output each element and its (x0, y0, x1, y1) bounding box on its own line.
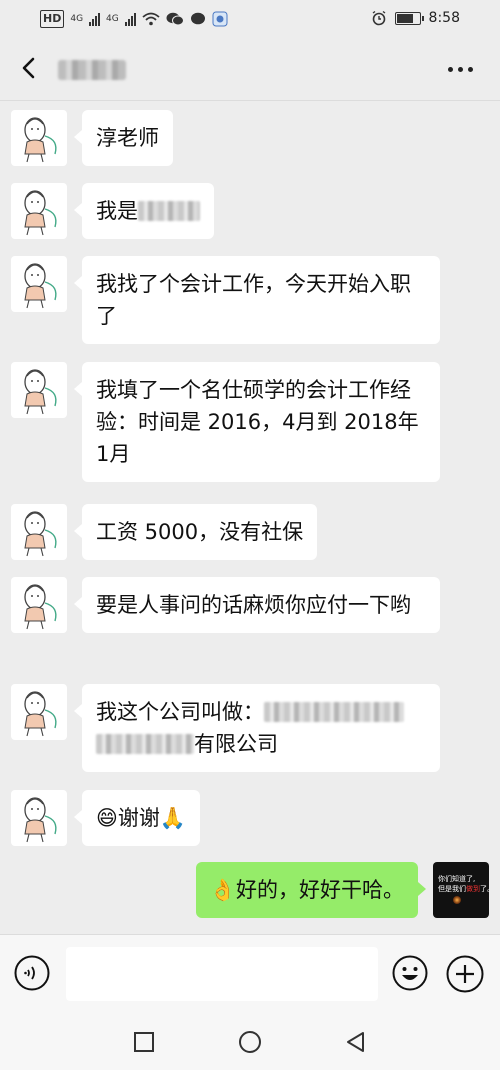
chat-icon (190, 12, 205, 25)
wifi-icon (142, 12, 160, 26)
contact-avatar[interactable] (11, 110, 67, 166)
contact-name-redacted (58, 60, 126, 80)
message-text: 我是 (96, 199, 138, 223)
girl-sketch-icon (24, 117, 57, 163)
more-dots-icon[interactable] (448, 62, 478, 76)
my-avatar-line2: 但是我们做到了。 (438, 884, 489, 894)
signal-icon (89, 12, 101, 26)
redacted-name (138, 201, 200, 221)
message-row: 要是人事问的话麻烦你应付一下哟 (0, 577, 500, 667)
message-bubble[interactable]: 我是 (74, 183, 214, 239)
girl-sketch-icon (24, 369, 57, 415)
message-text-prefix: 我这个公司叫做： (96, 700, 264, 724)
my-avatar-line1: 你们知道了, (438, 875, 476, 883)
message-row: 我找了个会计工作，今天开始入职了 (0, 256, 500, 346)
contact-avatar[interactable] (11, 790, 67, 846)
message-row: 😄谢谢🙏 (0, 790, 500, 850)
hd-indicator: HD (40, 10, 65, 28)
plus-icon[interactable] (446, 955, 484, 993)
circle-icon[interactable] (238, 1030, 262, 1054)
grin-emoji-icon: 😄 (96, 806, 118, 830)
message-bubble[interactable]: 我这个公司叫做： 有限公司 (74, 684, 440, 772)
contact-avatar[interactable] (11, 256, 67, 312)
voice-icon[interactable] (14, 955, 50, 991)
triangle-back-icon[interactable] (344, 1030, 368, 1054)
message-text-suffix: 有限公司 (194, 732, 278, 756)
input-bar (0, 934, 500, 1013)
message-text: 谢谢 (117, 806, 160, 830)
battery-icon (394, 11, 424, 25)
contact-avatar[interactable] (11, 362, 67, 418)
ok-hand-emoji-icon: 👌 (209, 878, 236, 902)
message-row: 工资 5000，没有社保 (0, 504, 500, 564)
message-bubble[interactable]: 要是人事问的话麻烦你应付一下哟 (74, 577, 440, 633)
message-text: 我找了个会计工作，今天开始入职了 (96, 272, 411, 328)
message-bubble[interactable]: 我填了一个名仕硕学的会计工作经验：时间是 2016，4月到 2018年 1月 (74, 362, 440, 482)
message-input[interactable] (66, 947, 378, 1001)
contact-avatar[interactable] (11, 504, 67, 560)
back-arrow-icon[interactable] (14, 52, 46, 84)
app-notification-icon (212, 11, 228, 27)
wechat-icon (166, 12, 184, 26)
square-icon[interactable] (132, 1030, 156, 1054)
message-bubble[interactable]: 工资 5000，没有社保 (73, 504, 318, 560)
girl-sketch-icon (24, 797, 57, 843)
status-left: HD 4G 4G (40, 10, 228, 28)
message-bubble[interactable]: 😄谢谢🙏 (73, 790, 201, 846)
message-row-self: 👌好的，好好干哈。 你们知道了, 但是我们做到了。 (0, 862, 500, 922)
message-row: 我是 (0, 183, 500, 243)
girl-sketch-icon (24, 190, 57, 236)
network-4g-label: 4G (70, 14, 84, 24)
pray-emoji-icon: 🙏 (159, 806, 187, 830)
message-text: 淳老师 (96, 126, 159, 150)
emoji-icon[interactable] (392, 955, 428, 991)
system-navigation-bar (0, 1012, 500, 1070)
message-row: 淳老师 (0, 110, 500, 170)
message-text: 工资 5000，没有社保 (96, 520, 304, 544)
my-message-bubble[interactable]: 👌好的，好好干哈。 (195, 862, 427, 918)
contact-avatar[interactable] (11, 183, 67, 239)
chat-header (0, 38, 500, 101)
message-row: 我这个公司叫做： 有限公司 (0, 684, 500, 774)
redacted-company-name (264, 702, 404, 722)
status-bar: HD 4G 4G 8:58 (0, 0, 500, 38)
my-avatar[interactable]: 你们知道了, 但是我们做到了。 (433, 862, 489, 918)
signal-icon-2 (124, 12, 136, 26)
message-row: 我填了一个名仕硕学的会计工作经验：时间是 2016，4月到 2018年 1月 (0, 362, 500, 486)
girl-sketch-icon (24, 584, 57, 630)
message-bubble[interactable]: 淳老师 (74, 110, 173, 166)
message-text: 要是人事问的话麻烦你应付一下哟 (96, 593, 411, 617)
my-avatar-line2-end: 了。 (480, 885, 489, 893)
my-avatar-highlight: 做到 (466, 885, 480, 893)
message-text: 好的，好好干哈。 (236, 878, 404, 902)
girl-sketch-icon (24, 511, 57, 557)
message-text: 我填了一个名仕硕学的会计工作经验：时间是 2016，4月到 2018年 1月 (96, 378, 419, 466)
my-avatar-glow (453, 896, 461, 904)
alarm-icon (372, 10, 385, 26)
status-right: 8:58 (371, 10, 460, 26)
my-avatar-line2-text: 但是我们 (438, 885, 466, 893)
contact-avatar[interactable] (11, 684, 67, 740)
contact-avatar[interactable] (11, 577, 67, 633)
network-4g-label-2: 4G (106, 14, 119, 24)
girl-sketch-icon (24, 263, 57, 309)
message-bubble[interactable]: 我找了个会计工作，今天开始入职了 (74, 256, 440, 344)
redacted-company-name-2 (96, 734, 194, 754)
clock-time: 8:58 (428, 10, 460, 26)
girl-sketch-icon (24, 691, 57, 737)
